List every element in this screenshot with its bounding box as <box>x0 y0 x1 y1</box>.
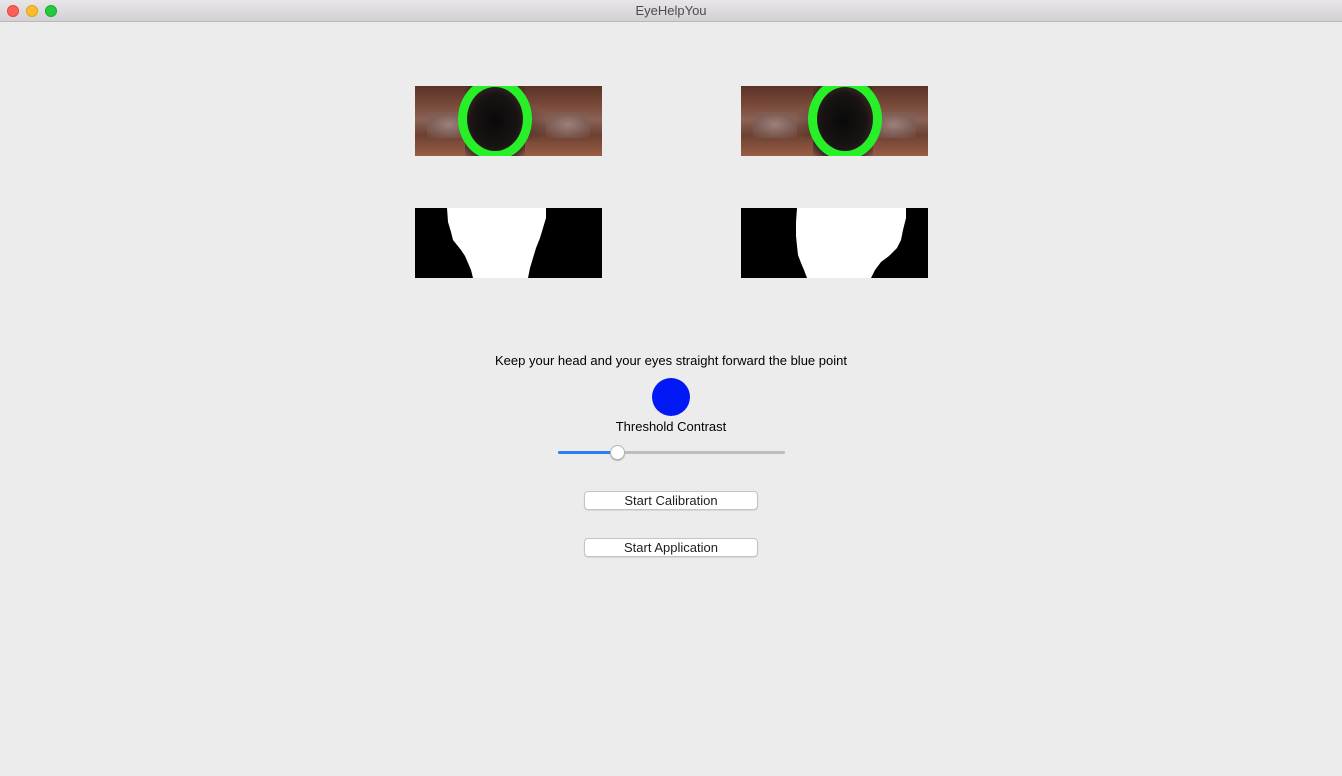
left-eye-image <box>415 86 602 156</box>
start-calibration-button[interactable]: Start Calibration <box>584 491 758 510</box>
threshold-slider[interactable] <box>558 443 785 461</box>
threshold-label: Threshold Contrast <box>615 419 727 434</box>
right-eye-threshold-mask <box>741 208 928 278</box>
left-eye-threshold-mask <box>415 208 602 278</box>
slider-knob[interactable] <box>609 445 625 460</box>
app-window: EyeHelpYou Keep your head and your eyes … <box>0 0 1342 776</box>
title-bar: EyeHelpYou <box>0 0 1342 22</box>
right-pupil-ring <box>808 86 882 156</box>
blue-target-point <box>652 378 690 416</box>
right-eye-image <box>741 86 928 156</box>
instruction-text: Keep your head and your eyes straight fo… <box>495 353 847 368</box>
start-application-button[interactable]: Start Application <box>584 538 758 557</box>
left-pupil-ring <box>458 86 532 156</box>
window-title: EyeHelpYou <box>635 3 707 18</box>
slider-fill <box>558 451 618 454</box>
